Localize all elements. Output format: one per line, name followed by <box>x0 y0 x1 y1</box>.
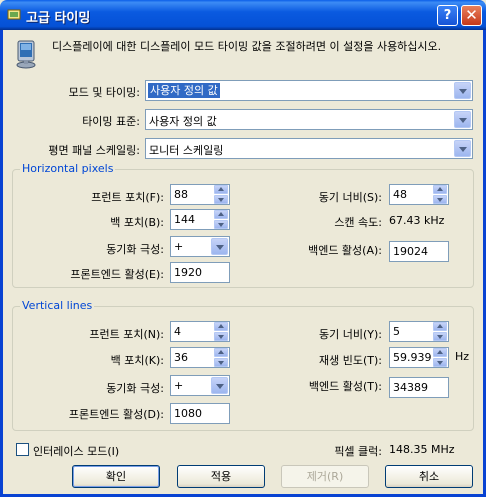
v-sync-width-value: 5 <box>393 325 400 338</box>
spin-up-icon[interactable] <box>214 185 228 194</box>
spin-up-icon[interactable] <box>214 210 228 219</box>
v-back-porch-value: 36 <box>174 351 188 364</box>
h-sync-polarity-label: 동기화 극성: <box>106 243 164 256</box>
h-front-active-label: 프론트엔드 활성(E): <box>70 268 164 281</box>
chevron-down-icon[interactable] <box>454 140 471 157</box>
vertical-group-title: Vertical lines <box>20 299 95 312</box>
chevron-down-icon[interactable] <box>454 111 471 128</box>
v-back-active-input[interactable]: 34389 <box>389 377 449 398</box>
timing-standard-label: 타이밍 표준: <box>82 115 140 128</box>
h-front-active-value: 1920 <box>174 266 202 279</box>
timing-standard-value: 사용자 정의 값 <box>149 115 217 128</box>
spin-up-icon[interactable] <box>433 322 447 331</box>
title-bar[interactable]: 고급 타이밍 ? ✕ <box>0 0 486 30</box>
chevron-down-icon[interactable] <box>211 238 228 255</box>
pixel-clock-label: 픽셀 클럭: <box>334 445 382 458</box>
h-sync-width-stepper[interactable]: 48 <box>389 184 449 205</box>
scaling-label: 평면 패널 스케일링: <box>48 144 140 157</box>
v-front-porch-label: 프런트 포치(N): <box>89 328 164 341</box>
chevron-down-icon[interactable] <box>454 82 471 99</box>
mode-timing-value: 사용자 정의 값 <box>148 83 220 98</box>
spin-down-icon[interactable] <box>214 332 228 341</box>
cancel-button[interactable]: 취소 <box>385 465 473 488</box>
h-scan-rate-label: 스캔 속도: <box>334 216 382 229</box>
h-sync-polarity-value: + <box>174 240 184 253</box>
v-refresh-label: 재생 빈도(T): <box>319 354 382 367</box>
mode-timing-dropdown[interactable]: 사용자 정의 값 <box>145 80 473 101</box>
window-title: 고급 타이밍 <box>26 11 91 26</box>
v-sync-polarity-label: 동기화 극성: <box>106 382 164 395</box>
h-back-active-label: 백엔드 활성(A): <box>308 244 382 257</box>
spin-up-icon[interactable] <box>214 322 228 331</box>
v-sync-polarity-value: + <box>174 379 184 392</box>
monitor-icon <box>16 40 36 69</box>
apply-button[interactable]: 적용 <box>177 465 265 488</box>
h-front-porch-label: 프런트 포치(F): <box>91 191 164 204</box>
v-back-active-label: 백엔드 활성(T): <box>308 380 382 393</box>
mode-timing-label: 모드 및 타이밍: <box>68 86 140 99</box>
interlace-checkbox[interactable] <box>16 443 29 456</box>
interlace-label[interactable]: 인터레이스 모드(I) <box>33 443 119 459</box>
h-sync-width-label: 동기 너비(S): <box>318 191 382 204</box>
v-front-porch-stepper[interactable]: 4 <box>170 321 230 342</box>
h-front-porch-stepper[interactable]: 88 <box>170 184 230 205</box>
v-front-porch-value: 4 <box>174 325 181 338</box>
window-icon <box>7 9 21 20</box>
v-sync-polarity-dropdown[interactable]: + <box>170 375 230 396</box>
h-back-porch-stepper[interactable]: 144 <box>170 209 230 230</box>
description-text: 디스플레이에 대한 디스플레이 모드 타이밍 값을 조절하려면 이 설정을 사용… <box>52 40 442 53</box>
h-back-porch-label: 백 포치(B): <box>110 216 164 229</box>
remove-button[interactable]: 제거(R) <box>281 465 369 488</box>
v-front-active-value: 1080 <box>174 407 202 420</box>
spin-up-icon[interactable] <box>433 185 447 194</box>
v-sync-width-stepper[interactable]: 5 <box>389 321 449 342</box>
h-back-porch-value: 144 <box>174 213 195 226</box>
close-button[interactable]: ✕ <box>461 5 482 26</box>
spin-down-icon[interactable] <box>214 358 228 367</box>
spin-up-icon[interactable] <box>433 348 447 357</box>
h-back-active-value: 19024 <box>393 245 428 258</box>
h-back-active-input[interactable]: 19024 <box>389 241 449 262</box>
v-back-porch-label: 백 포치(K): <box>110 354 164 367</box>
h-sync-polarity-dropdown[interactable]: + <box>170 236 230 257</box>
spin-down-icon[interactable] <box>433 332 447 341</box>
v-back-active-value: 34389 <box>393 381 428 394</box>
v-refresh-stepper[interactable]: 59.939 <box>389 347 449 368</box>
h-sync-width-value: 48 <box>393 188 407 201</box>
v-back-porch-stepper[interactable]: 36 <box>170 347 230 368</box>
v-refresh-value: 59.939 <box>393 351 432 364</box>
v-refresh-unit: Hz <box>455 350 470 363</box>
v-front-active-input[interactable]: 1080 <box>170 403 230 424</box>
horizontal-group-title: Horizontal pixels <box>20 162 116 175</box>
ok-button[interactable]: 확인 <box>72 465 160 488</box>
help-button[interactable]: ? <box>437 5 458 26</box>
h-front-active-input[interactable]: 1920 <box>170 262 230 283</box>
spin-down-icon[interactable] <box>214 195 228 204</box>
h-front-porch-value: 88 <box>174 188 188 201</box>
v-front-active-label: 프론트엔드 활성(D): <box>68 408 164 421</box>
spin-down-icon[interactable] <box>433 195 447 204</box>
spin-down-icon[interactable] <box>214 220 228 229</box>
spin-down-icon[interactable] <box>433 358 447 367</box>
pixel-clock-value: 148.35 MHz <box>389 443 455 456</box>
scaling-value: 모니터 스케일링 <box>149 144 224 157</box>
timing-standard-dropdown[interactable]: 사용자 정의 값 <box>145 109 473 130</box>
chevron-down-icon[interactable] <box>211 377 228 394</box>
v-sync-width-label: 동기 너비(Y): <box>319 328 382 341</box>
h-scan-rate-value: 67.43 kHz <box>389 214 445 227</box>
spin-up-icon[interactable] <box>214 348 228 357</box>
scaling-dropdown[interactable]: 모니터 스케일링 <box>145 138 473 159</box>
